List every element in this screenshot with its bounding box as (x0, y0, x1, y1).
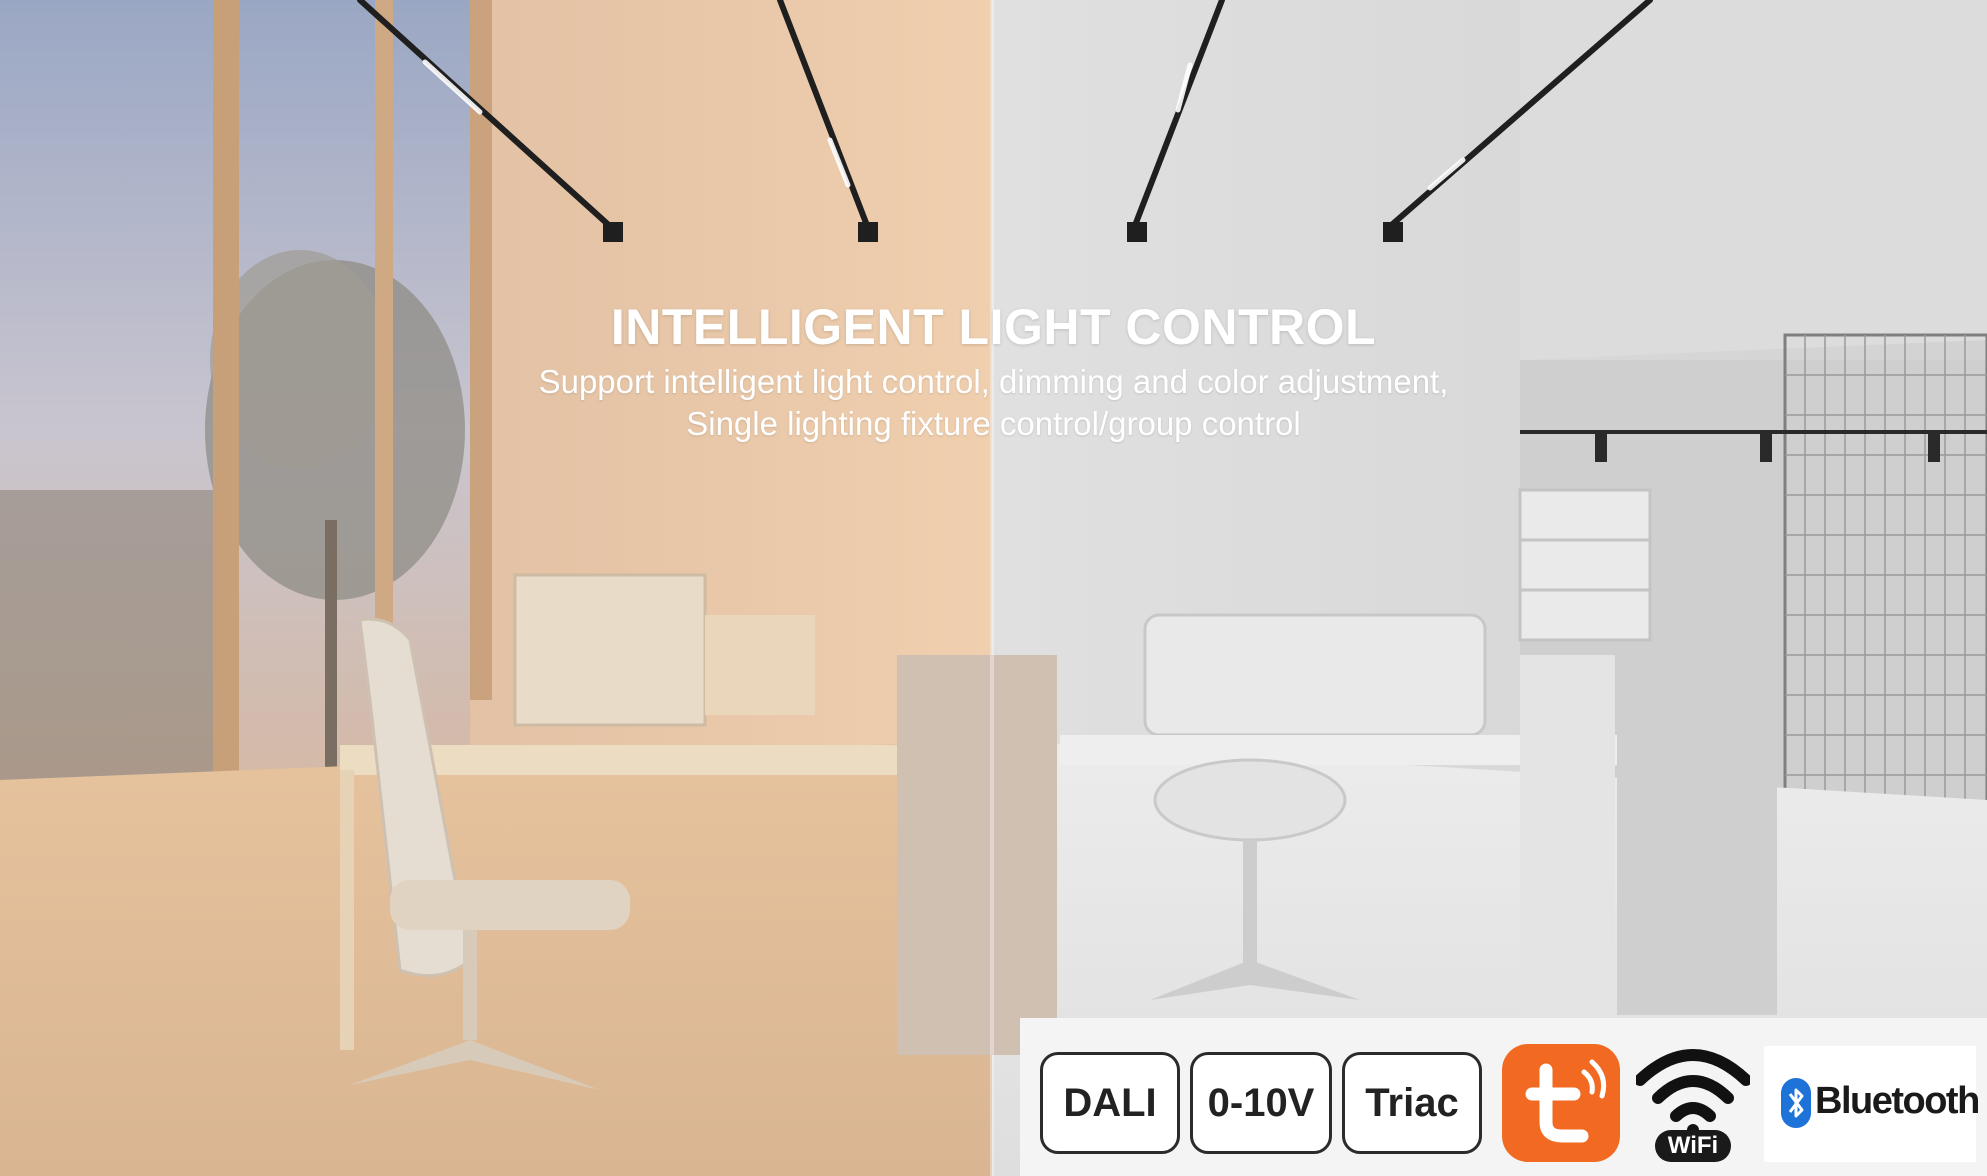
zero-ten-volt-badge: 0-10V (1190, 1052, 1332, 1154)
dali-badge: DALI (1040, 1052, 1180, 1154)
triac-badge: Triac (1342, 1052, 1482, 1154)
bluetooth-icon (1781, 1078, 1811, 1128)
wifi-label: WiFi (1655, 1130, 1731, 1162)
bluetooth-label: Bluetooth (1815, 1080, 1980, 1122)
banner-subtitle-line-1: Support intelligent light control, dimmi… (538, 363, 1449, 400)
banner-subtitle-line-2: Single lighting fixture control/group co… (686, 405, 1301, 442)
tuya-smart-icon (1502, 1044, 1620, 1162)
banner-title: INTELLIGENT LIGHT CONTROL (610, 299, 1377, 355)
office-scene-photo (0, 0, 1987, 1176)
